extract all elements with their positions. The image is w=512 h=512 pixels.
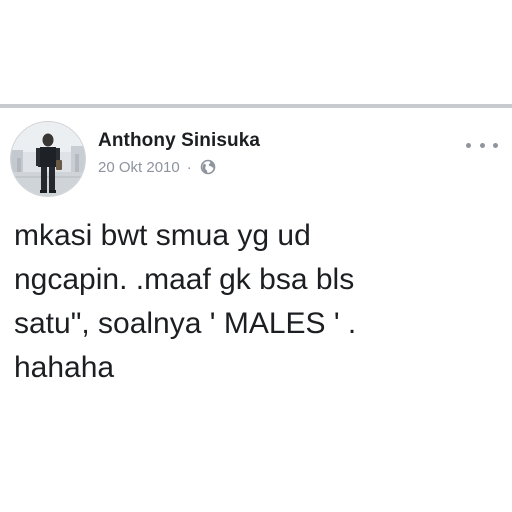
post-text: mkasi bwt smua yg ud ngcapin. .maaf gk b… [14, 219, 357, 384]
post-card: Anthony Sinisuka 20 Okt 2010 · mkasi bwt… [0, 108, 512, 408]
avatar[interactable] [11, 122, 85, 196]
more-dot [493, 142, 498, 148]
more-options-icon[interactable] [466, 136, 498, 154]
more-dot [479, 142, 485, 148]
profile-photo [11, 122, 85, 196]
post-meta: 20 Okt 2010 · [98, 157, 216, 177]
author-name[interactable]: Anthony Sinisuka [98, 130, 260, 152]
globe-icon[interactable] [200, 159, 216, 175]
post-timestamp[interactable]: 20 Okt 2010 [98, 159, 180, 176]
meta-separator: · [186, 158, 192, 176]
more-dot [466, 142, 471, 148]
